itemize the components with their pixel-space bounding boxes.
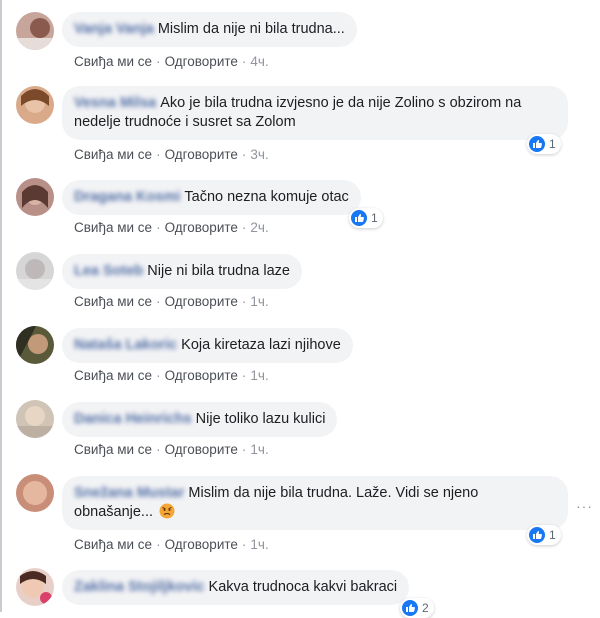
separator: · (156, 294, 161, 309)
avatar[interactable] (16, 12, 54, 50)
reply-button[interactable]: Одговорите (165, 537, 238, 552)
comment-text: Koja kiretaza lazi njihove (181, 337, 341, 353)
timestamp[interactable]: 3ч. (250, 147, 268, 162)
comment-actions: Свиђа ми се · Одговорите · 1ч. (74, 294, 269, 309)
comment-bubble: Danica Heinrichs Nije toliko lazu kulici (62, 402, 338, 437)
avatar[interactable] (16, 86, 54, 124)
timestamp[interactable]: 1ч. (250, 537, 268, 552)
comment-author[interactable]: Lea Soteb (74, 263, 143, 279)
separator: · (241, 442, 247, 457)
reaction-number: 2 (422, 601, 429, 615)
separator: · (241, 368, 247, 383)
like-thumb-icon (529, 527, 545, 543)
reply-button[interactable]: Одговорите (165, 368, 238, 383)
reply-button[interactable]: Одговорите (165, 220, 238, 235)
separator: · (241, 294, 247, 309)
comment-bubble: Nataša Lakoric Koja kiretaza lazi njihove (62, 328, 353, 363)
comment-author[interactable]: Danica Heinrichs (74, 411, 192, 427)
separator: · (241, 220, 247, 235)
avatar[interactable] (16, 568, 54, 606)
comment-bubble: Zaklina Stojiljkovic Kakva trudnoca kakvi… (62, 570, 410, 605)
reply-button[interactable]: Одговорите (165, 147, 238, 162)
comment-bubble: Dragana Kosmi Tačno nezna komuje otac (62, 180, 361, 215)
reaction-number: 1 (549, 137, 556, 151)
comment-text: Nije toliko lazu kulici (195, 411, 326, 427)
separator: · (156, 442, 161, 457)
comment-bubble: Vanja Vanja Mislim da nije ni bila trudna… (62, 12, 357, 47)
reaction-number: 1 (549, 528, 556, 542)
comment-author[interactable]: Dragana Kosmi (74, 189, 180, 205)
comment-text: Tačno nezna komuje otac (184, 189, 349, 205)
reaction-count[interactable]: 2 (400, 598, 434, 618)
timestamp[interactable]: 2ч. (250, 220, 268, 235)
like-button[interactable]: Свиђа ми се (74, 54, 152, 69)
comment-text: Nije ni bila trudna laze (147, 263, 290, 279)
comment-bubble: Lea Soteb Nije ni bila trudna laze (62, 254, 302, 289)
like-button[interactable]: Свиђа ми се (74, 442, 152, 457)
comment-actions: Свиђа ми се · Одговорите · 2ч. (74, 220, 269, 235)
comment-author[interactable]: Zaklina Stojiljkovic (74, 579, 205, 595)
separator: · (241, 147, 247, 162)
avatar[interactable] (16, 400, 54, 438)
comment-actions: Свиђа ми се · Одговорите · 4ч. (74, 54, 269, 69)
reaction-count[interactable]: 1 (527, 525, 561, 545)
reply-button[interactable]: Одговорите (165, 442, 238, 457)
comment-bubble: Vesna Milsa Ako je bila trudna izvjesno j… (62, 86, 568, 140)
like-button[interactable]: Свиђа ми се (74, 147, 152, 162)
separator: · (156, 54, 161, 69)
comment-text: Kakva trudnoca kakvi bakraci (208, 579, 398, 595)
like-button[interactable]: Свиђа ми се (74, 220, 152, 235)
angry-face-icon (159, 503, 175, 519)
like-button[interactable]: Свиђа ми се (74, 537, 152, 552)
more-options-icon[interactable]: ··· (576, 498, 593, 514)
timestamp[interactable]: 1ч. (250, 294, 268, 309)
timestamp[interactable]: 1ч. (250, 368, 268, 383)
separator: · (156, 220, 161, 235)
reaction-count[interactable]: 1 (349, 208, 383, 228)
comment-actions: Свиђа ми се · Одговорите · 1ч. (74, 442, 269, 457)
like-thumb-icon (529, 136, 545, 152)
avatar[interactable] (16, 474, 54, 512)
comment-actions: Свиђа ми се · Одговорите · 3ч. (74, 147, 269, 162)
thread-line (0, 0, 2, 612)
reply-button[interactable]: Одговорите (165, 54, 238, 69)
separator: · (156, 368, 161, 383)
reply-button[interactable]: Одговорите (165, 294, 238, 309)
avatar[interactable] (16, 326, 54, 364)
comment-author[interactable]: Snežana Mustar (74, 485, 184, 501)
comment-actions: Свиђа ми се · Одговорите · 1ч. (74, 368, 269, 383)
comment-actions: Свиђа ми се · Одговорите · 1ч. (74, 537, 269, 552)
comment-author[interactable]: Nataša Lakoric (74, 337, 177, 353)
reaction-count[interactable]: 1 (527, 134, 561, 154)
separator: · (241, 537, 247, 552)
avatar[interactable] (16, 252, 54, 290)
like-button[interactable]: Свиђа ми се (74, 368, 152, 383)
separator: · (156, 147, 161, 162)
comment-text: Mislim da nije ni bila trudna... (157, 21, 345, 37)
like-thumb-icon (351, 210, 367, 226)
separator: · (156, 537, 161, 552)
comment-author[interactable]: Vesna Milsa (74, 95, 156, 111)
comment-author[interactable]: Vanja Vanja (74, 21, 154, 37)
like-thumb-icon (402, 600, 418, 616)
separator: · (241, 54, 247, 69)
timestamp[interactable]: 4ч. (250, 54, 268, 69)
avatar[interactable] (16, 178, 54, 216)
reaction-number: 1 (371, 211, 378, 225)
timestamp[interactable]: 1ч. (250, 442, 268, 457)
comment-bubble: Snežana Mustar Mislim da nije bila trudna… (62, 476, 568, 530)
like-button[interactable]: Свиђа ми се (74, 294, 152, 309)
